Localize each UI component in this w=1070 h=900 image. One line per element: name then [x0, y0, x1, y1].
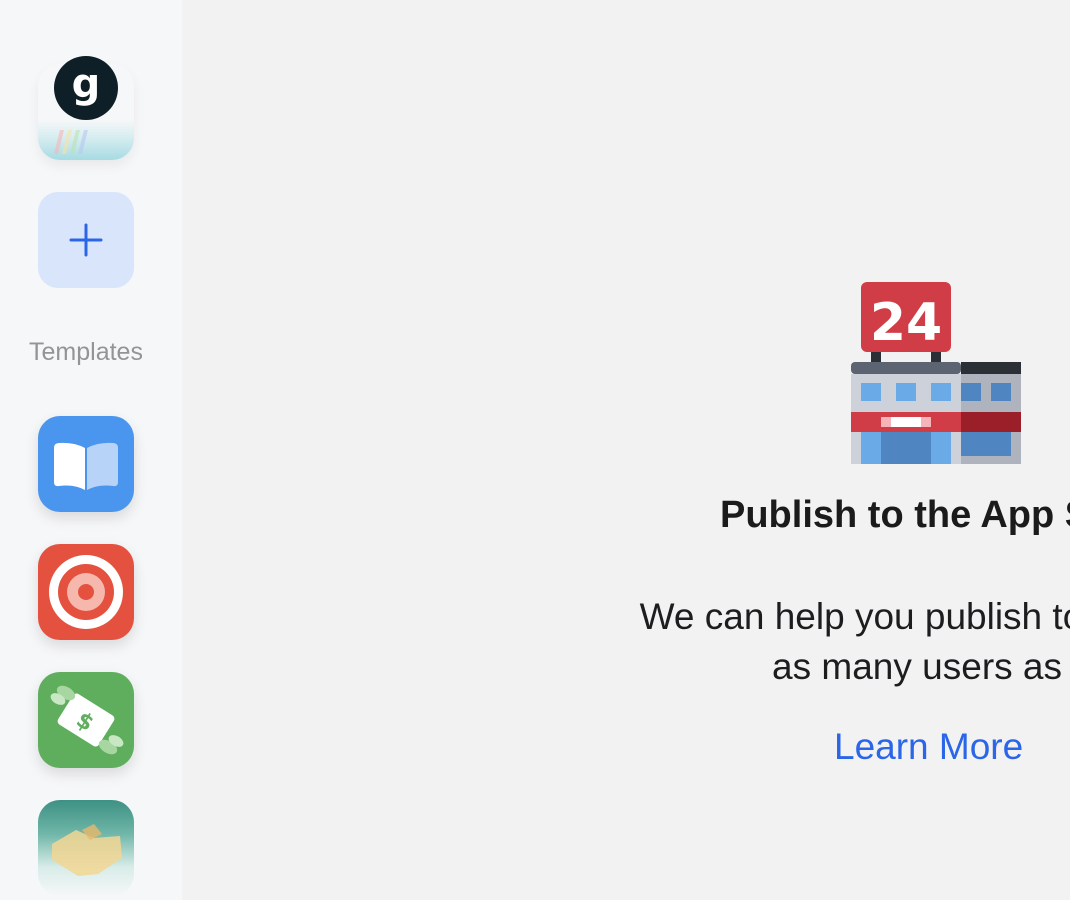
handshake-icon: [52, 824, 122, 876]
template-handshake-app[interactable]: [38, 800, 134, 896]
target-icon: [49, 555, 123, 629]
book-icon: [54, 442, 118, 490]
description-line-2: as many users as pos: [772, 646, 1070, 687]
template-money-app[interactable]: $: [38, 672, 134, 768]
description: We can help you publish to the App St as…: [412, 592, 1070, 692]
learn-more-link[interactable]: Learn More: [834, 726, 1023, 768]
main-content: 24 Publish to the App S We can help you …: [182, 0, 1070, 900]
logo-letter: g: [71, 61, 101, 107]
description-line-1: We can help you publish to the App St: [639, 596, 1070, 637]
money-wings-icon: $: [50, 685, 124, 755]
plus-icon: [69, 223, 103, 257]
app-logo[interactable]: g: [54, 56, 118, 120]
add-app-button[interactable]: [38, 192, 134, 288]
template-book-app[interactable]: [38, 416, 134, 512]
template-target-app[interactable]: [38, 544, 134, 640]
rainbow-stripes-icon: [54, 130, 88, 154]
sidebar: g Templates $: [0, 0, 182, 900]
templates-label: Templates: [29, 338, 143, 366]
